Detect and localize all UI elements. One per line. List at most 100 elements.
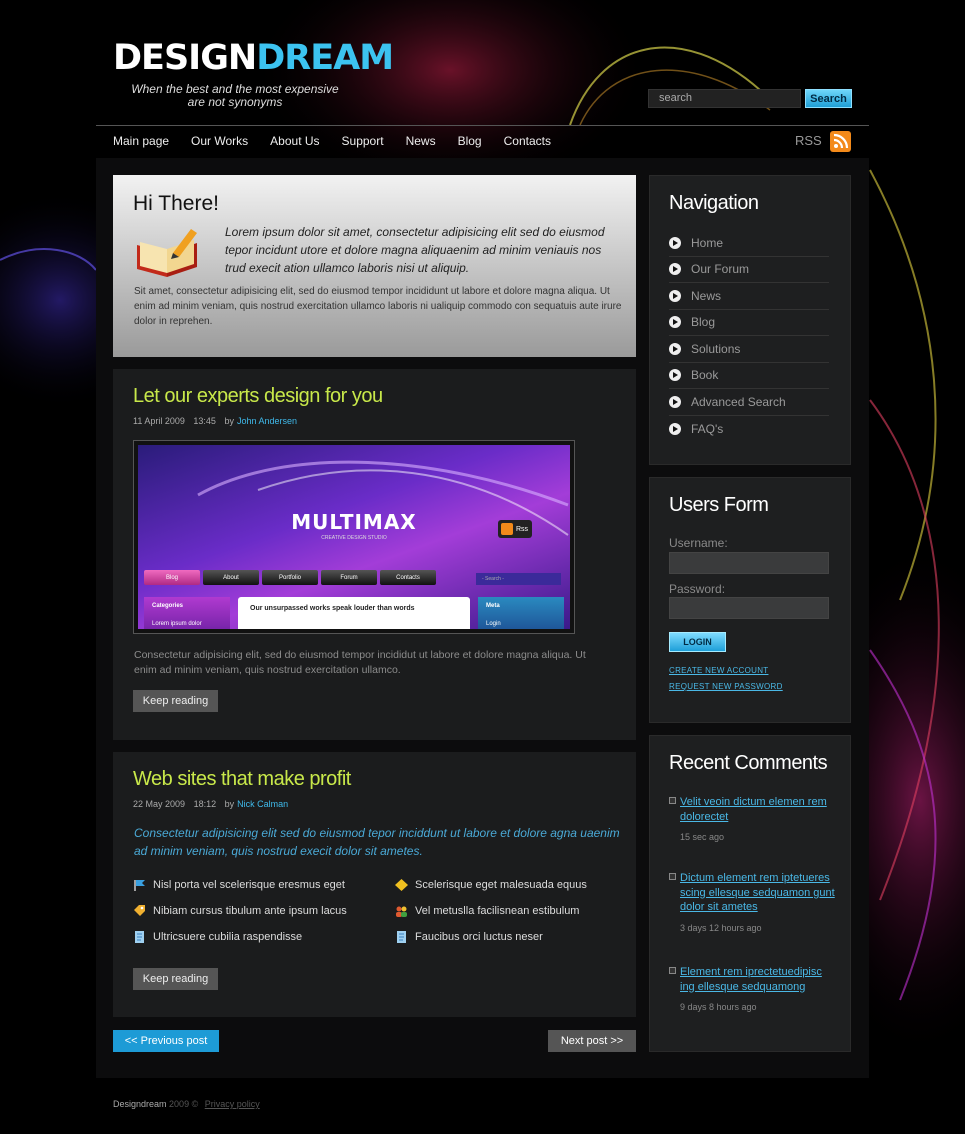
password-label: Password: bbox=[669, 582, 726, 596]
topnav-contacts[interactable]: Contacts bbox=[504, 132, 551, 150]
sidebar-item-label: Our Forum bbox=[691, 262, 750, 277]
sidebar-item-blog[interactable]: Blog bbox=[669, 310, 829, 336]
thumb-nav-item: About bbox=[203, 570, 259, 585]
feature-item: Faucibus orci luctus neser bbox=[395, 931, 543, 943]
sidebar-item-home[interactable]: Home bbox=[669, 230, 829, 257]
request-password-link[interactable]: REQUEST NEW PASSWORD bbox=[669, 682, 783, 691]
topnav-about-us[interactable]: About Us bbox=[270, 132, 319, 150]
thumbnail-search: - Search - bbox=[476, 573, 561, 585]
username-field[interactable] bbox=[669, 552, 829, 574]
sidebar-item-label: News bbox=[691, 288, 722, 303]
thumb-box-title: Meta bbox=[486, 603, 500, 609]
topnav-our-works[interactable]: Our Works bbox=[191, 132, 248, 150]
previous-post-button[interactable]: << Previous post bbox=[113, 1030, 219, 1052]
arrow-right-icon bbox=[669, 263, 681, 276]
document-icon bbox=[133, 931, 146, 943]
sidebar-item-solutions[interactable]: Solutions bbox=[669, 336, 829, 363]
sidebar-item-advanced-search[interactable]: Advanced Search bbox=[669, 389, 829, 416]
feature-item: Nisl porta vel scelerisque eresmus eget bbox=[133, 879, 345, 891]
footer-brand: Designdream bbox=[113, 1099, 167, 1109]
comment-time: 15 sec ago bbox=[680, 832, 725, 842]
welcome-lead: Lorem ipsum dolor sit amet, consectetur … bbox=[225, 225, 605, 275]
sidebar-item-our-forum[interactable]: Our Forum bbox=[669, 257, 829, 283]
topnav-support[interactable]: Support bbox=[342, 132, 384, 150]
privacy-policy-link[interactable]: Privacy policy bbox=[205, 1099, 260, 1109]
thumb-nav-item: Contacts bbox=[380, 570, 436, 585]
tag-icon bbox=[133, 905, 146, 917]
post-author[interactable]: John Andersen bbox=[237, 416, 297, 426]
search-button[interactable]: Search bbox=[805, 89, 852, 108]
users-form-title: Users Form bbox=[669, 494, 769, 516]
comment-link[interactable]: Dictum element rem iptetueres scing elle… bbox=[680, 871, 839, 915]
keep-reading-button[interactable]: Keep reading bbox=[133, 690, 218, 712]
tagline-line-2: are not synonyms bbox=[187, 95, 283, 109]
users-icon bbox=[395, 905, 408, 917]
post-title[interactable]: Let our experts design for you bbox=[133, 385, 383, 408]
post-meta: 22 May 2009 18:12 by Nick Calman bbox=[133, 799, 294, 809]
feature-text: Vel metuslla facilisnean estibulum bbox=[415, 905, 580, 917]
rss-icon[interactable] bbox=[830, 131, 851, 152]
rss-label[interactable]: RSS bbox=[795, 133, 822, 148]
sidebar-item-news[interactable]: News bbox=[669, 283, 829, 310]
feature-text: Scelerisque eget malesuada equus bbox=[415, 879, 587, 891]
feature-item: Vel metuslla facilisnean estibulum bbox=[395, 905, 579, 917]
arrow-right-icon bbox=[669, 236, 681, 249]
create-account-link[interactable]: CREATE NEW ACCOUNT bbox=[669, 666, 768, 675]
sidebar-item-label: Home bbox=[691, 235, 724, 250]
next-post-button[interactable]: Next post >> bbox=[548, 1030, 636, 1052]
comment-link[interactable]: Velit veoin dictum elemen rem dolorectet bbox=[680, 795, 839, 824]
password-field[interactable] bbox=[669, 597, 829, 619]
comment-bullet-icon bbox=[669, 967, 676, 974]
post-thumbnail[interactable]: MULTIMAX CREATIVE DESIGN STUDIO Rss Blog… bbox=[133, 440, 575, 634]
welcome-title: Hi There! bbox=[133, 192, 219, 215]
feature-text: Ultricsuere cubilia raspendisse bbox=[153, 931, 303, 943]
post-time: 13:45 bbox=[193, 416, 216, 426]
flag-icon bbox=[133, 879, 146, 891]
post-by: by bbox=[224, 416, 234, 426]
sidebar-nav-list: Home Our Forum News Blog Solutions Book … bbox=[669, 230, 829, 442]
arrow-right-icon bbox=[669, 422, 681, 435]
thumbnail-nav: Blog About Portfolio Forum Contacts bbox=[144, 570, 439, 585]
sidebar-users-form: Users Form Username: Password: LOGIN CRE… bbox=[649, 477, 851, 723]
comment-item: Element rem iprectetuedipisc ing ellesqu… bbox=[669, 965, 839, 1012]
sidebar-item-label: Advanced Search bbox=[691, 394, 786, 409]
login-button[interactable]: LOGIN bbox=[669, 632, 726, 652]
post-excerpt: Consectetur adipisicing elit, sed do eiu… bbox=[134, 649, 586, 676]
keep-reading-button[interactable]: Keep reading bbox=[133, 968, 218, 990]
comment-item: Dictum element rem iptetueres scing elle… bbox=[669, 871, 839, 933]
document-icon bbox=[395, 931, 408, 943]
topnav-main-page[interactable]: Main page bbox=[113, 132, 169, 150]
sidebar-item-faqs[interactable]: FAQ's bbox=[669, 416, 829, 443]
sidebar-navigation-title: Navigation bbox=[669, 192, 759, 214]
arrow-right-icon bbox=[669, 342, 681, 355]
feature-text: Faucibus orci luctus neser bbox=[415, 931, 543, 943]
search-input[interactable]: search bbox=[648, 89, 801, 108]
sidebar-recent-comments: Recent Comments Velit veoin dictum eleme… bbox=[649, 735, 851, 1052]
post-date: 11 April 2009 bbox=[133, 416, 185, 426]
comment-time: 9 days 8 hours ago bbox=[680, 1002, 757, 1012]
site-logo[interactable]: DESIGNDREAM bbox=[113, 40, 394, 76]
topnav-news[interactable]: News bbox=[406, 132, 436, 150]
arrow-right-icon bbox=[669, 395, 681, 408]
comment-item: Velit veoin dictum elemen rem dolorectet… bbox=[669, 795, 839, 842]
thumb-box-title: Categories bbox=[152, 603, 184, 609]
post-lead: Consectetur adipisicing elit sed do eius… bbox=[134, 826, 620, 858]
thumb-nav-item: Blog bbox=[144, 570, 200, 585]
comment-link[interactable]: Element rem iprectetuedipisc ing ellesqu… bbox=[680, 965, 839, 994]
post-date: 22 May 2009 bbox=[133, 799, 186, 809]
topnav-blog[interactable]: Blog bbox=[458, 132, 482, 150]
thumb-box-item: Login bbox=[486, 621, 501, 627]
sidebar-item-book[interactable]: Book bbox=[669, 363, 829, 389]
username-label: Username: bbox=[669, 536, 728, 550]
post-meta: 11 April 2009 13:45 by John Andersen bbox=[133, 416, 303, 426]
sidebar-item-label: Blog bbox=[691, 315, 716, 330]
post-title[interactable]: Web sites that make profit bbox=[133, 768, 351, 791]
post-time: 18:12 bbox=[193, 799, 217, 809]
feature-item: Scelerisque eget malesuada equus bbox=[395, 879, 587, 891]
thumbnail-meta: Meta Login bbox=[478, 597, 564, 629]
thumb-nav-item: Forum bbox=[321, 570, 377, 585]
tagline: When the best and the most expensive are… bbox=[120, 83, 350, 109]
post-author[interactable]: Nick Calman bbox=[237, 799, 288, 809]
feature-item: Nibiam cursus tibulum ante ipsum lacus bbox=[133, 905, 347, 917]
thumb-box-item: Lorem ipsum dolor bbox=[152, 621, 202, 627]
